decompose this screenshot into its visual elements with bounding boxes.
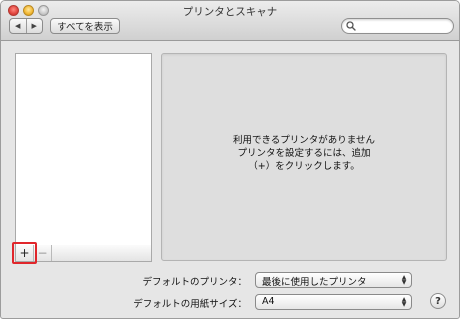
help-button[interactable]: ? <box>430 293 446 309</box>
default-paper-size-label: デフォルトの用紙サイズ： <box>133 299 247 310</box>
remove-printer-button[interactable]: − <box>34 245 52 261</box>
forward-arrow-icon: ▶ <box>31 22 37 30</box>
message-line: プリンタを設定するには、追加 <box>237 148 371 159</box>
back-forward-buttons: ◀ ▶ <box>9 18 43 34</box>
default-printer-label: デフォルトのプリンタ： <box>142 277 247 288</box>
default-paper-size-popup[interactable]: A4 ▲ ▼ <box>255 294 412 310</box>
back-button[interactable]: ◀ <box>10 19 26 33</box>
show-all-button[interactable]: すべてを表示 <box>50 18 120 34</box>
search-field[interactable] <box>341 18 454 34</box>
popup-arrows-icon: ▲ ▼ <box>401 274 407 286</box>
printer-list[interactable] <box>15 53 152 246</box>
default-printer-value: 最後に使用したプリンタ <box>262 277 367 288</box>
window-title: プリンタとスキャナ <box>182 6 278 18</box>
default-paper-size-value: A4 <box>262 296 275 307</box>
printers-scanners-window: プリンタとスキャナ ◀ ▶ すべてを表示 + − 利用できるプリンタがありません… <box>0 0 460 319</box>
popup-arrows-icon: ▲ ▼ <box>401 296 407 308</box>
printer-list-toolbar: + − <box>15 245 152 262</box>
forward-button[interactable]: ▶ <box>25 19 43 33</box>
no-printers-message: 利用できるプリンタがありません プリンタを設定するには、追加 （+）をクリックし… <box>162 134 446 173</box>
message-line: （+）をクリックします。 <box>248 161 360 172</box>
search-input[interactable] <box>358 19 450 33</box>
search-icon <box>346 21 356 31</box>
default-printer-popup[interactable]: 最後に使用したプリンタ ▲ ▼ <box>255 272 412 288</box>
title-bar: プリンタとスキャナ ◀ ▶ すべてを表示 <box>1 1 459 41</box>
printer-detail-panel: 利用できるプリンタがありません プリンタを設定するには、追加 （+）をクリックし… <box>161 53 447 261</box>
back-arrow-icon: ◀ <box>15 22 21 30</box>
message-line: 利用できるプリンタがありません <box>232 135 376 146</box>
add-printer-button[interactable]: + <box>16 245 34 261</box>
